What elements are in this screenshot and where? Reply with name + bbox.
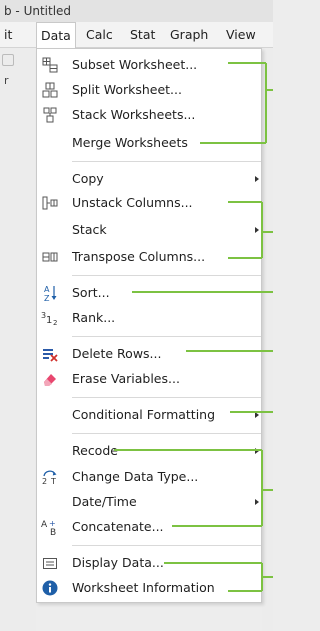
display-data-icon (41, 554, 59, 572)
menu-item-delete-rows[interactable]: Delete Rows... (37, 342, 261, 366)
menu-item-transpose-columns[interactable]: Transpose Columns... (37, 245, 261, 269)
unstack-columns-icon (41, 194, 59, 212)
toolbar-icon[interactable] (2, 54, 14, 66)
menu-item-sort[interactable]: A Z Sort... (37, 281, 261, 305)
svg-text:A: A (44, 285, 50, 294)
menu-separator (72, 275, 261, 276)
menu-view[interactable]: View (222, 22, 260, 48)
svg-text:Z: Z (44, 294, 50, 302)
menu-data[interactable]: Data (36, 22, 76, 49)
menu-item-display-data[interactable]: Display Data... (37, 551, 261, 575)
menu-item-recode[interactable]: Recode (37, 439, 261, 463)
concatenate-icon: A + B (41, 518, 59, 536)
menubar: it Data Calc Stat Graph View (0, 22, 273, 49)
submenu-arrow-icon (255, 448, 259, 454)
menu-edit[interactable]: it (0, 22, 16, 48)
subset-worksheet-icon (41, 56, 59, 74)
svg-text:+: + (49, 519, 56, 528)
menu-item-worksheet-information[interactable]: Worksheet Information (37, 576, 261, 600)
left-toolbar: r (0, 48, 36, 631)
menu-separator (72, 161, 261, 162)
svg-text:B: B (50, 528, 56, 536)
submenu-arrow-icon (255, 412, 259, 418)
menu-separator (72, 433, 261, 434)
menu-item-date-time[interactable]: Date/Time (37, 490, 261, 514)
eraser-icon (41, 370, 59, 388)
svg-text:2: 2 (42, 477, 47, 485)
menu-separator (72, 336, 261, 337)
menu-item-erase-variables[interactable]: Erase Variables... (37, 367, 261, 391)
menu-separator (72, 397, 261, 398)
svg-text:A: A (41, 520, 48, 530)
data-menu-dropdown: Subset Worksheet... Split Worksheet... S… (36, 48, 262, 603)
menu-item-rank[interactable]: 3 1 2 Rank... (37, 306, 261, 330)
rank-icon: 3 1 2 (41, 309, 59, 327)
stack-worksheets-icon (41, 106, 59, 124)
submenu-arrow-icon (255, 499, 259, 505)
transpose-columns-icon (41, 248, 59, 266)
menu-item-change-data-type[interactable]: 2 T Change Data Type... (37, 465, 261, 489)
sort-icon: A Z (41, 284, 59, 302)
menu-item-unstack-columns[interactable]: Unstack Columns... (37, 191, 261, 215)
svg-text:2: 2 (53, 319, 57, 326)
menu-calc[interactable]: Calc (82, 22, 117, 48)
menu-item-split-worksheet[interactable]: Split Worksheet... (37, 78, 261, 102)
menu-separator (72, 545, 261, 546)
window-title: b - Untitled (0, 0, 273, 22)
menu-stat[interactable]: Stat (126, 22, 159, 48)
submenu-arrow-icon (255, 176, 259, 182)
delete-rows-icon (41, 345, 59, 363)
menu-item-copy[interactable]: Copy (37, 167, 261, 191)
info-icon (41, 579, 59, 597)
submenu-arrow-icon (255, 227, 259, 233)
menu-item-stack-worksheets[interactable]: Stack Worksheets... (37, 103, 261, 127)
split-worksheet-icon (41, 81, 59, 99)
svg-text:T: T (50, 477, 56, 485)
change-data-type-icon: 2 T (41, 468, 59, 486)
menu-item-concatenate[interactable]: A + B Concatenate... (37, 515, 261, 539)
menu-item-subset-worksheet[interactable]: Subset Worksheet... (37, 53, 261, 77)
right-toolbar (262, 48, 273, 631)
menu-item-stack[interactable]: Stack (37, 218, 261, 242)
svg-text:1: 1 (46, 315, 52, 326)
menu-graph[interactable]: Graph (166, 22, 212, 48)
left-label: r (4, 74, 9, 87)
menu-item-merge-worksheets[interactable]: Merge Worksheets (37, 131, 261, 155)
menu-item-conditional-formatting[interactable]: Conditional Formatting (37, 403, 261, 427)
